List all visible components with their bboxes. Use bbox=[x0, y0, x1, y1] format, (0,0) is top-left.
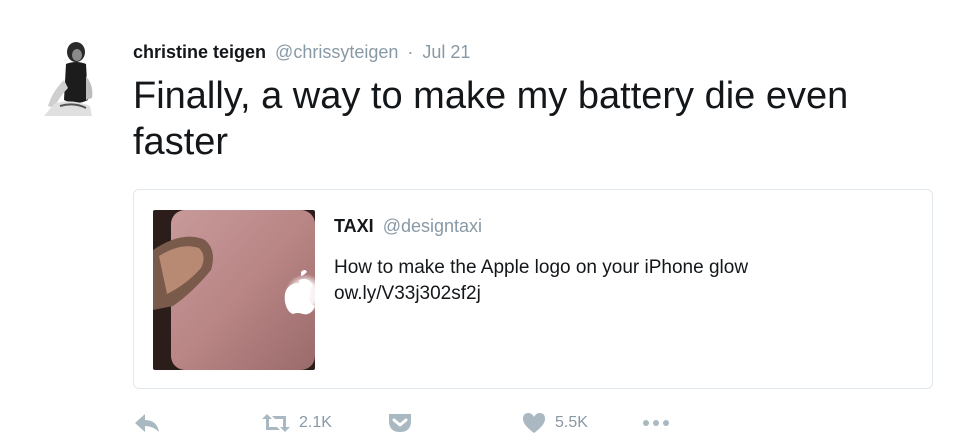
author-handle[interactable]: @chrissyteigen bbox=[275, 42, 398, 62]
quoted-tweet-text: How to make the Apple logo on your iPhon… bbox=[334, 255, 894, 307]
tweet-text: Finally, a way to make my battery die ev… bbox=[133, 75, 849, 163]
tweet-date[interactable]: Jul 21 bbox=[422, 42, 470, 62]
avatar-photo bbox=[40, 40, 98, 118]
more-icon bbox=[643, 420, 669, 426]
reply-button[interactable] bbox=[133, 408, 161, 438]
tweet-actions: 2.1K 5.5K bbox=[133, 408, 933, 438]
more-button[interactable] bbox=[641, 408, 671, 438]
author-avatar[interactable] bbox=[40, 40, 98, 118]
tweet: christine teigen @chrissyteigen · Jul 21… bbox=[0, 0, 980, 448]
tweet-header: christine teigen @chrissyteigen · Jul 21 bbox=[133, 41, 470, 63]
iphone-glow-photo bbox=[153, 210, 315, 370]
quoted-tweet-header: TAXI @designtaxi bbox=[334, 215, 482, 237]
pocket-button[interactable] bbox=[387, 408, 413, 438]
quoted-author-handle[interactable]: @designtaxi bbox=[383, 216, 482, 236]
quoted-author-name[interactable]: TAXI bbox=[334, 216, 374, 236]
retweet-button[interactable]: 2.1K bbox=[261, 408, 332, 438]
reply-icon bbox=[135, 414, 159, 432]
heart-icon bbox=[523, 413, 545, 433]
quoted-text-line: How to make the Apple logo on your iPhon… bbox=[334, 257, 749, 278]
header-separator: · bbox=[407, 42, 414, 62]
retweet-count: 2.1K bbox=[299, 414, 332, 431]
author-name[interactable]: christine teigen bbox=[133, 42, 266, 62]
quoted-tweet-card[interactable]: TAXI @designtaxi How to make the Apple l… bbox=[133, 189, 933, 389]
like-count: 5.5K bbox=[555, 414, 588, 431]
pocket-icon bbox=[389, 414, 411, 432]
like-button[interactable]: 5.5K bbox=[521, 408, 588, 438]
quoted-link[interactable]: ow.ly/V33j302sf2j bbox=[334, 281, 894, 307]
quoted-tweet-image[interactable] bbox=[153, 210, 315, 370]
retweet-icon bbox=[262, 414, 290, 432]
